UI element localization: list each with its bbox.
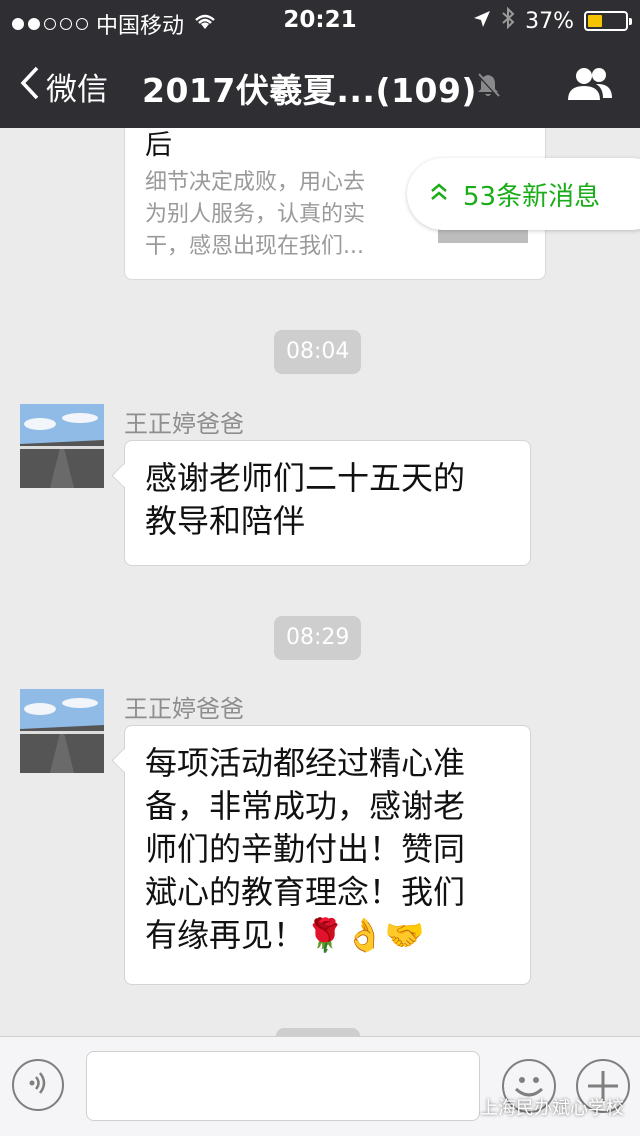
chat-title: 2017伏羲夏...(109) <box>142 71 478 110</box>
voice-input-button[interactable] <box>12 1059 64 1111</box>
back-label: 微信 <box>46 72 108 108</box>
voice-icon <box>26 1071 50 1099</box>
double-chevron-up-icon <box>429 179 449 209</box>
bluetooth-icon <box>501 6 515 35</box>
new-messages-button[interactable]: 53条新消息 <box>407 158 640 230</box>
message-text: 感谢老师们二十五天的 教导和陪伴 <box>145 459 466 540</box>
timestamp-pill-partial <box>276 1028 360 1036</box>
back-chevron-icon <box>20 66 40 108</box>
message-input[interactable] <box>86 1051 480 1121</box>
watermark: 上海民办斌心学校 <box>444 1092 624 1121</box>
chat-message-list[interactable]: 后 细节决定成败，用心去 为别人服务，认真的实 干，感恩出现在我们... 53条… <box>0 128 640 1036</box>
status-right: 37% <box>473 6 632 35</box>
wechat-logo-icon <box>444 1092 474 1121</box>
avatar[interactable] <box>20 689 104 773</box>
back-button[interactable]: 微信 <box>20 64 108 109</box>
message-bubble[interactable]: 每项活动都经过精心准 备，非常成功，感谢老 师们的辛勤付出！赞同 斌心的教育理念… <box>124 725 531 985</box>
new-messages-label: 53条新消息 <box>463 181 601 212</box>
location-icon <box>473 9 491 34</box>
message-bubble[interactable]: 感谢老师们二十五天的 教导和陪伴 <box>124 440 531 566</box>
sender-name: 王正婷爸爸 <box>124 695 244 723</box>
mute-bell-icon <box>476 72 500 102</box>
link-card-title: 后 <box>145 130 172 161</box>
link-card-description: 细节决定成败，用心去 为别人服务，认真的实 干，感恩出现在我们... <box>145 170 366 259</box>
watermark-text: 上海民办斌心学校 <box>480 1097 624 1119</box>
group-members-icon[interactable] <box>566 66 614 106</box>
battery-percent: 37% <box>525 8 574 34</box>
chat-input-bar <box>0 1036 640 1136</box>
avatar[interactable] <box>20 404 104 488</box>
timestamp-pill: 08:04 <box>274 330 362 374</box>
timestamp-pill: 08:29 <box>274 616 362 660</box>
battery-icon <box>584 11 632 31</box>
nav-bar: 微信 2017伏羲夏...(109) <box>0 40 640 128</box>
sender-name: 王正婷爸爸 <box>124 410 244 438</box>
message-text: 每项活动都经过精心准 备，非常成功，感谢老 师们的辛勤付出！赞同 斌心的教育理念… <box>145 744 466 954</box>
status-bar: 中国移动 20:21 37% <box>0 0 640 40</box>
